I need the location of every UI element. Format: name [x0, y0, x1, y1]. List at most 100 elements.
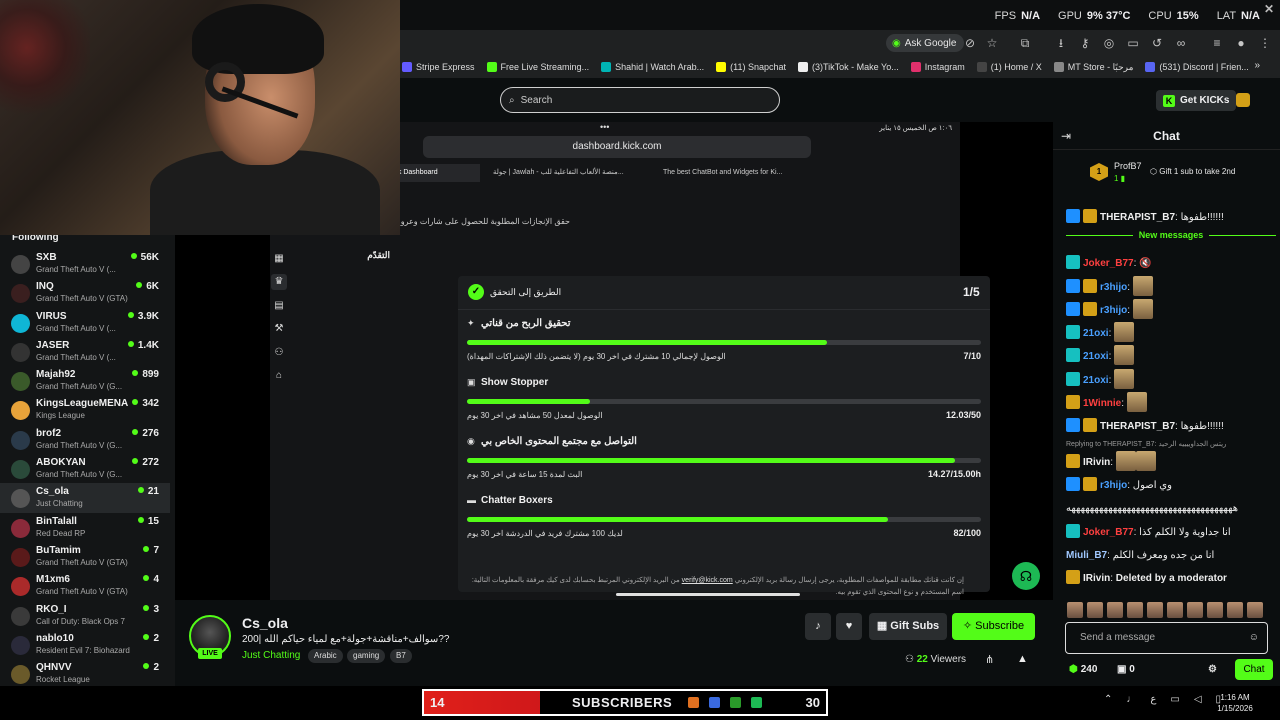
- key-icon[interactable]: ⚷: [1077, 35, 1093, 51]
- chat-username[interactable]: r3hijo: [1100, 282, 1127, 293]
- microphone-icon[interactable]: ♩: [1126, 694, 1136, 705]
- subscribe-button[interactable]: ✧ Subscribe: [952, 613, 1035, 640]
- stream-category[interactable]: Just Chatting: [242, 650, 300, 661]
- new-messages-divider: New messages: [1066, 230, 1276, 252]
- follow-heart-icon[interactable]: ♥: [836, 613, 862, 640]
- search-input[interactable]: ⌕ Search: [500, 87, 780, 113]
- following-channel[interactable]: INQ Grand Theft Auto V (GTA) 6K: [0, 278, 170, 307]
- following-channel[interactable]: ABOKYAN Grand Theft Auto V (G... 272: [0, 454, 170, 483]
- get-kicks-button[interactable]: K Get KICKs: [1156, 90, 1237, 111]
- channel-points[interactable]: ⬢ 240: [1069, 664, 1097, 675]
- chat-username[interactable]: IRivin: [1083, 573, 1110, 584]
- following-channel[interactable]: Majah92 Grand Theft Auto V (G... 899: [0, 366, 170, 395]
- emote-button[interactable]: [1127, 602, 1143, 618]
- following-channel[interactable]: brof2 Grand Theft Auto V (G... 276: [0, 425, 170, 454]
- following-channel[interactable]: KingsLeagueMENA Kings League 342: [0, 395, 170, 424]
- chat-username[interactable]: IRivin: [1083, 457, 1110, 468]
- trophy-icon[interactable]: [1236, 93, 1250, 107]
- following-channel[interactable]: QHNVV Rocket League 2: [0, 659, 170, 688]
- bookmark-item[interactable]: (3)TikTok - Make Yo...: [798, 62, 899, 72]
- following-channel[interactable]: BuTamim Grand Theft Auto V (GTA) 7: [0, 542, 170, 571]
- emote-button[interactable]: [1227, 602, 1243, 618]
- following-channel[interactable]: JASER Grand Theft Auto V (... 1.4K: [0, 337, 170, 366]
- ask-google-button[interactable]: ◉ Ask Google: [886, 34, 965, 52]
- more-bookmarks-icon[interactable]: »: [1254, 60, 1260, 71]
- emote-button[interactable]: [1147, 602, 1163, 618]
- emote-button[interactable]: [1207, 602, 1223, 618]
- chat-username[interactable]: 1Winnie: [1083, 398, 1121, 409]
- chat-settings-gear-icon[interactable]: ⚙: [1208, 664, 1217, 675]
- emote-button[interactable]: [1187, 602, 1203, 618]
- chat-username[interactable]: 21oxi: [1083, 351, 1109, 362]
- following-channel[interactable]: M1xm6 Grand Theft Auto V (GTA) 4: [0, 571, 170, 600]
- eye-off-icon[interactable]: ⊘: [962, 35, 978, 51]
- chat-send-button[interactable]: Chat: [1235, 659, 1273, 680]
- bookmark-item[interactable]: Stripe Express: [402, 62, 475, 72]
- stream-tag[interactable]: B7: [390, 649, 412, 663]
- emote-button[interactable]: [1087, 602, 1103, 618]
- chat-username[interactable]: r3hijo: [1100, 480, 1127, 491]
- gift-leaderboard[interactable]: 1 ProfB7 1 ▮ ⬡ Gift 1 sub to take 2nd: [1090, 160, 1280, 190]
- profile-avatar[interactable]: ●: [1233, 35, 1249, 51]
- eye-icon[interactable]: ◎: [1101, 35, 1117, 51]
- moderator-badge-icon: [1066, 476, 1080, 491]
- dashboard-sidebar: ⚭ ▦ ♛ ▤ ⚒ ⚇ ⌂: [271, 227, 287, 392]
- chat-username[interactable]: THERAPIST_B7: [1100, 212, 1175, 223]
- taskbar-clock[interactable]: 1:16 AM 1/15/2026: [1210, 692, 1260, 714]
- chat-username[interactable]: r3hijo: [1100, 305, 1127, 316]
- network-icon[interactable]: ▭: [1170, 694, 1179, 705]
- moderator-badge-icon: [1066, 209, 1080, 223]
- stream-tag[interactable]: gaming: [347, 649, 386, 663]
- bookmark-star-icon[interactable]: ☆: [984, 35, 1000, 51]
- notifications-bell-icon[interactable]: ♪: [805, 613, 831, 640]
- chat-username[interactable]: THERAPIST_B7: [1100, 421, 1175, 432]
- emoji-picker-icon[interactable]: ☺: [1249, 623, 1259, 653]
- emote-button[interactable]: [1167, 602, 1183, 618]
- rewards-count[interactable]: ▣ 0: [1117, 664, 1135, 675]
- bookmark-item[interactable]: MT Store - مرحبًا: [1053, 62, 1133, 73]
- bookmark-item[interactable]: (1) Home / X: [976, 62, 1042, 72]
- language-icon[interactable]: ع: [1150, 694, 1156, 705]
- following-channel[interactable]: BinTalall Red Dead RP 15: [0, 513, 170, 542]
- gift-icon: ▦: [876, 620, 891, 632]
- following-channel[interactable]: VIRUS Grand Theft Auto V (... 3.9K: [0, 308, 170, 337]
- gift-badge-icon: 1: [1090, 163, 1108, 181]
- chat-username[interactable]: Joker_B77: [1083, 258, 1134, 269]
- following-channel-active[interactable]: Cs_ola Just Chatting 21: [0, 483, 170, 513]
- emote-button[interactable]: [1067, 602, 1083, 618]
- more-vertical-icon[interactable]: ⋮: [1257, 35, 1273, 51]
- bookmark-item[interactable]: (531) Discord | Frien...: [1145, 62, 1249, 72]
- history-icon[interactable]: ↺: [1149, 35, 1165, 51]
- chat-message-input[interactable]: Send a message ☺: [1065, 622, 1268, 654]
- lat-stat: LAT N/A: [1216, 10, 1260, 22]
- crown-badge-icon: [1066, 453, 1080, 468]
- gift-subs-button[interactable]: ▦ Gift Subs: [869, 613, 947, 640]
- bookmark-item[interactable]: Instagram: [910, 62, 965, 72]
- chat-username[interactable]: 21oxi: [1083, 375, 1109, 386]
- progress-fill: [467, 340, 827, 345]
- streamer-name[interactable]: Cs_ola: [242, 615, 288, 631]
- emote-button[interactable]: [1107, 602, 1123, 618]
- report-warning-icon[interactable]: ▲: [1017, 653, 1028, 665]
- following-channel[interactable]: RKO_I Call of Duty: Black Ops 73: [0, 601, 170, 630]
- link-icon[interactable]: ∞: [1173, 35, 1189, 51]
- bot-icon: ⌂: [275, 370, 283, 381]
- close-window-icon[interactable]: ✕: [1264, 2, 1274, 16]
- stream-tag[interactable]: Arabic: [308, 649, 343, 663]
- chat-username[interactable]: Miuli_B7: [1066, 550, 1107, 561]
- bookmark-item[interactable]: (11) Snapchat: [716, 62, 786, 72]
- chevron-up-icon[interactable]: ⌃: [1104, 694, 1112, 705]
- following-channel[interactable]: SXB Grand Theft Auto V (... 56K: [0, 249, 170, 278]
- card-icon[interactable]: ▭: [1125, 35, 1141, 51]
- bookmark-item[interactable]: Free Live Streaming...: [486, 62, 589, 72]
- volume-icon[interactable]: ◁: [1194, 694, 1202, 705]
- extensions-icon[interactable]: ⧉: [1017, 35, 1033, 51]
- menu-lines-icon[interactable]: ≡: [1209, 35, 1225, 51]
- download-icon[interactable]: ⭳: [1053, 35, 1069, 51]
- chat-username[interactable]: Joker_B77: [1083, 527, 1134, 538]
- chat-username[interactable]: 21oxi: [1083, 328, 1109, 339]
- following-channel[interactable]: nablo10 Resident Evil 7: Biohazard 2: [0, 630, 170, 659]
- share-icon[interactable]: ⋔: [985, 653, 994, 666]
- bookmark-item[interactable]: Shahid | Watch Arab...: [601, 62, 704, 72]
- emote-button[interactable]: [1247, 602, 1263, 618]
